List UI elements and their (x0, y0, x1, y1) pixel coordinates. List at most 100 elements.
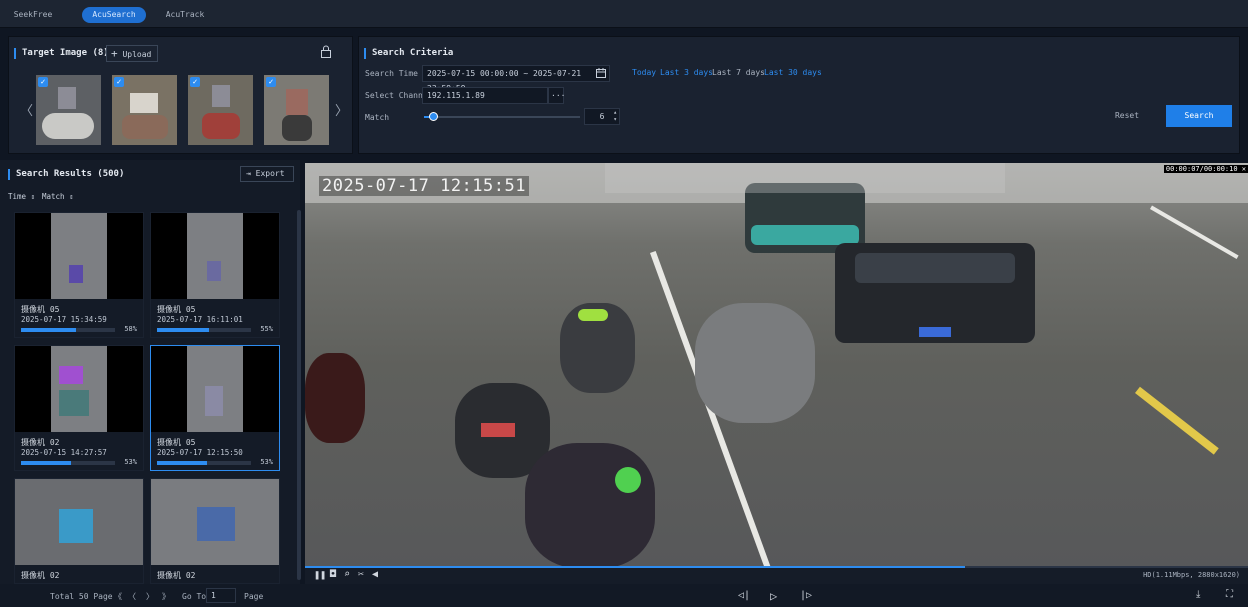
stepper-arrows-icon[interactable]: ▴ ▾ (613, 109, 617, 123)
scooter-shape (122, 115, 168, 139)
pager-total: Total 50 Page (50, 592, 113, 601)
reset-button[interactable]: Reset (1094, 105, 1160, 127)
result-card[interactable]: 摄像机 05 2025-07-17 16:11:01 55% (150, 212, 280, 338)
result-time: 2025-07-15 14:27:57 (21, 448, 107, 457)
play-icon[interactable]: ▷ (770, 589, 777, 603)
lock-icon[interactable] (320, 45, 332, 58)
match-percent: 53% (260, 458, 273, 466)
match-bar (21, 461, 115, 465)
car-shape (835, 243, 1035, 343)
check-icon: ✓ (266, 77, 276, 87)
match-value: 6 (599, 112, 605, 121)
check-icon: ✓ (114, 77, 124, 87)
match-stepper[interactable]: 6 ▴ ▾ (584, 108, 620, 125)
zoom-icon[interactable]: ⌕ (344, 569, 350, 580)
step-forward-icon[interactable]: |▷ (800, 590, 812, 601)
step-back-icon[interactable]: ◁| (738, 590, 750, 601)
target-thumb-3[interactable]: ✓ (188, 75, 253, 145)
blurred-overlay (605, 163, 1005, 193)
result-camera: 摄像机 05 (157, 438, 196, 447)
search-criteria-title: Search Criteria (364, 48, 453, 59)
top-tab-bar: SeekFree AcuSearch AcuTrack (0, 0, 1248, 28)
quick-last-7-days[interactable]: Last 7 days (712, 68, 765, 77)
tab-seekfree[interactable]: SeekFree (8, 7, 58, 23)
search-time-field[interactable]: 2025-07-15 00:00:00 ~ 2025-07-21 23:59:5… (422, 65, 610, 93)
match-percent: 58% (124, 325, 137, 333)
result-camera: 摄像机 05 (21, 305, 60, 314)
match-percent: 53% (124, 458, 137, 466)
calendar-icon[interactable] (596, 68, 606, 78)
scooter-shape (525, 443, 655, 568)
rider-shape (130, 93, 158, 113)
volume-icon[interactable]: ◀ (372, 569, 378, 580)
close-icon[interactable]: ✕ (1242, 165, 1246, 173)
pager-prev[interactable]: 〈 (128, 591, 136, 602)
match-label: Match (365, 113, 390, 122)
pager-goto-label: Go To (182, 592, 207, 601)
pager-first[interactable]: 《 (114, 591, 122, 602)
video-timestamp: 2025-07-17 12:15:51 (319, 176, 529, 196)
lane-line (1150, 205, 1239, 259)
result-card[interactable]: 摄像机 02 (150, 478, 280, 584)
pause-icon[interactable]: ❚❚ (314, 570, 326, 581)
stream-info: HD(1.11Mbps, 2880x1620) (1143, 571, 1240, 579)
sort-match-button[interactable]: Match ⇕ (42, 192, 74, 201)
result-camera: 摄像机 02 (21, 438, 60, 447)
quick-today[interactable]: Today (632, 68, 656, 77)
pager-next[interactable]: 〉 (146, 591, 154, 602)
check-icon: ✓ (38, 77, 48, 87)
scooter-shape (560, 303, 635, 393)
result-thumbnail (15, 479, 143, 565)
match-percent: 55% (260, 325, 273, 333)
tab-acutrack[interactable]: AcuTrack (160, 7, 210, 23)
video-control-bar: ❚❚ ◘ ⌕ ✂ ◀ HD(1.11Mbps, 2880x1620) (305, 568, 1248, 584)
target-thumb-2[interactable]: ✓ (112, 75, 177, 145)
yellow-lane-line (1135, 386, 1219, 455)
export-button[interactable]: ⇥ Export (240, 166, 294, 182)
pager-last[interactable]: 》 (162, 591, 170, 602)
search-button[interactable]: Search (1166, 105, 1232, 127)
select-channel-field[interactable]: 192.115.1.89 (422, 87, 548, 104)
blurred-face (58, 87, 76, 109)
video-player[interactable]: 2025-07-17 12:15:51 00:00:07/00:00:10 ✕ (305, 163, 1248, 568)
pager-page-input[interactable]: 1 (206, 588, 236, 603)
result-thumbnail (151, 346, 279, 432)
scooter-shape (282, 115, 312, 141)
result-camera: 摄像机 05 (157, 305, 196, 314)
sort-time-button[interactable]: Time ⇕ (8, 192, 35, 201)
result-thumbnail (15, 346, 143, 432)
result-card-selected[interactable]: 摄像机 05 2025-07-17 12:15:50 53% (150, 345, 280, 471)
result-card[interactable]: 摄像机 02 (14, 478, 144, 584)
snapshot-icon[interactable]: ◘ (330, 569, 336, 580)
scooter-shape (305, 353, 365, 443)
result-card[interactable]: 摄像机 05 2025-07-17 15:34:59 58% (14, 212, 144, 338)
result-thumbnail (151, 479, 279, 565)
video-time-text: 00:00:07/00:00:10 (1165, 165, 1238, 173)
result-thumbnail (151, 213, 279, 299)
upload-button[interactable]: + Upload (106, 45, 158, 62)
result-time: 2025-07-17 15:34:59 (21, 315, 107, 324)
target-thumb-4[interactable]: ✓ (264, 75, 329, 145)
fullscreen-icon[interactable]: ⛶ (1226, 589, 1233, 600)
video-time-display: 00:00:07/00:00:10 ✕ (1163, 165, 1248, 173)
target-thumb-1[interactable]: ✓ (36, 75, 101, 145)
result-camera: 摄像机 02 (21, 571, 60, 580)
channel-more-button[interactable]: ··· (548, 87, 565, 104)
tab-acusearch[interactable]: AcuSearch (82, 7, 146, 23)
target-prev-arrow[interactable]: 〈 (20, 100, 33, 119)
scooter-shape (202, 113, 240, 139)
quick-last-3-days[interactable]: Last 3 days (660, 68, 713, 77)
target-next-arrow[interactable]: 〉 (335, 100, 348, 119)
clip-icon[interactable]: ✂ (358, 569, 364, 580)
match-slider-track[interactable] (424, 112, 580, 121)
pager-page-label: Page (244, 592, 264, 601)
quick-last-30-days[interactable]: Last 30 days (764, 68, 822, 77)
download-icon[interactable]: ⤓ (1196, 589, 1200, 600)
results-scrollbar[interactable] (297, 210, 301, 580)
result-card[interactable]: 摄像机 02 2025-07-15 14:27:57 53% (14, 345, 144, 471)
rider-shape (286, 89, 308, 115)
result-time: 2025-07-17 12:15:50 (157, 448, 243, 457)
plus-icon: + (111, 47, 118, 60)
select-channel-value: 192.115.1.89 (427, 91, 485, 100)
covered-scooter-shape (695, 303, 815, 423)
